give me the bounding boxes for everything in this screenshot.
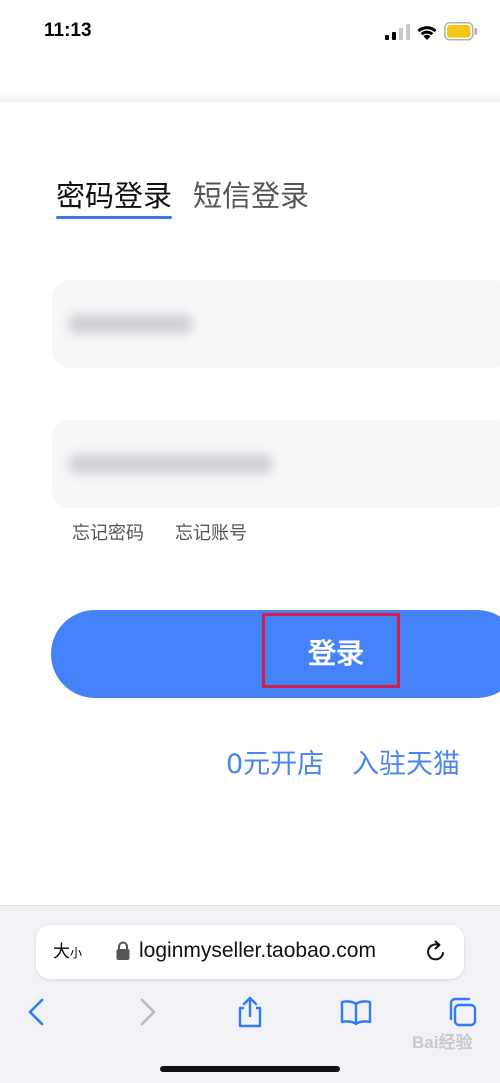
tabs-icon[interactable] xyxy=(446,996,478,1028)
back-icon[interactable] xyxy=(22,996,54,1028)
blurred-account-value xyxy=(68,314,193,334)
reload-icon[interactable] xyxy=(424,940,448,964)
password-input[interactable] xyxy=(52,420,500,508)
forgot-password-link[interactable]: 忘记密码 xyxy=(72,522,144,546)
tab-password-login[interactable]: 密码登录 xyxy=(56,178,172,214)
cellular-signal-icon xyxy=(385,24,410,40)
text-size-small-label: 小 xyxy=(70,946,83,960)
wifi-icon xyxy=(417,26,437,40)
highlight-annotation-box xyxy=(262,613,400,688)
forward-icon[interactable] xyxy=(130,996,162,1028)
url-text[interactable]: loginmyseller.taobao.com xyxy=(139,938,376,964)
battery-icon xyxy=(444,22,477,41)
status-bar: 11:13 xyxy=(0,0,500,62)
share-icon[interactable] xyxy=(234,996,266,1028)
watermark: Bai经验 xyxy=(412,1033,473,1052)
active-tab-indicator xyxy=(56,216,172,219)
account-input[interactable] xyxy=(52,280,500,368)
bookmarks-icon[interactable] xyxy=(340,996,372,1028)
blurred-password-value xyxy=(68,454,273,474)
text-size-large-label: 大 xyxy=(53,942,70,962)
header-shadow xyxy=(0,62,500,102)
join-tmall-link[interactable]: 入驻天猫 xyxy=(352,748,460,782)
home-indicator xyxy=(160,1066,340,1072)
text-size-button[interactable]: 大小 xyxy=(53,940,82,965)
status-time: 11:13 xyxy=(44,20,92,41)
forgot-account-link[interactable]: 忘记账号 xyxy=(175,522,247,546)
tab-sms-login[interactable]: 短信登录 xyxy=(193,178,309,214)
open-shop-link[interactable]: 0元开店 xyxy=(226,748,324,782)
lock-icon xyxy=(116,941,130,960)
